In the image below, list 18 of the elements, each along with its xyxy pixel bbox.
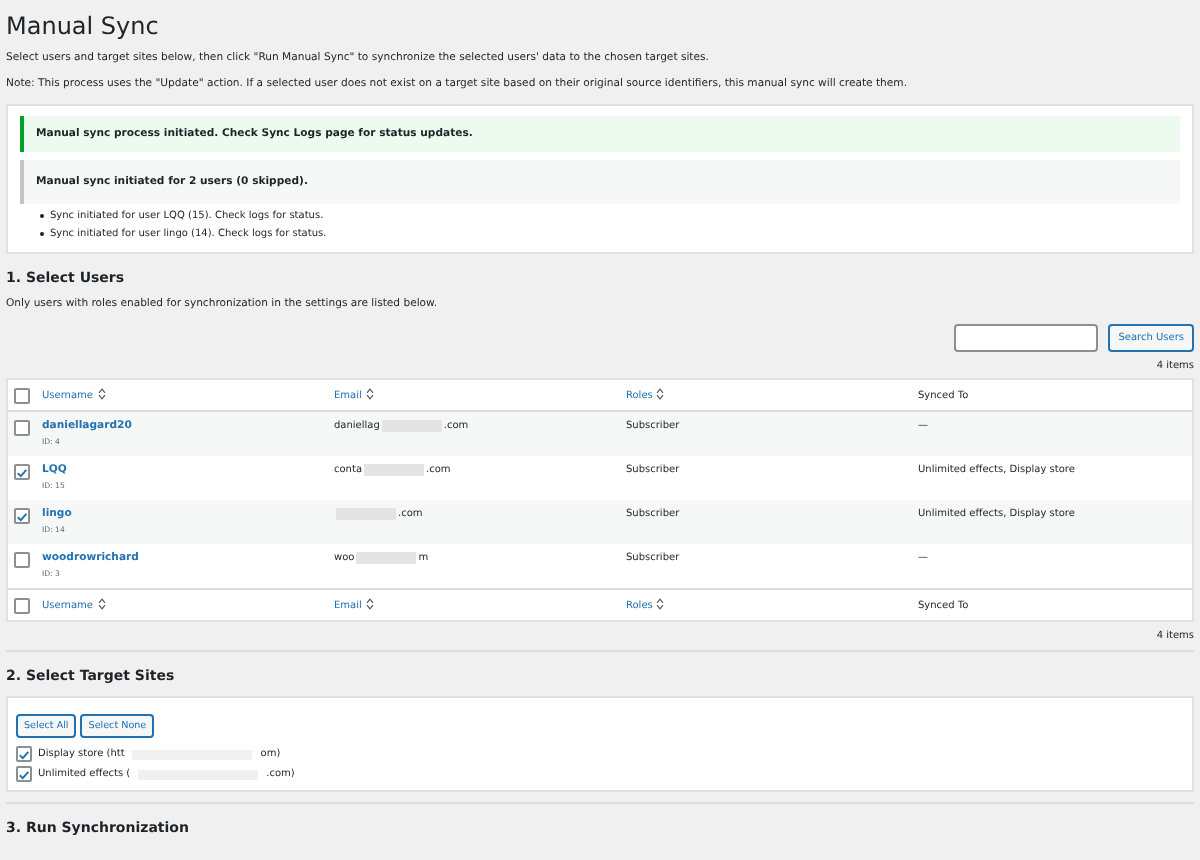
checkbox[interactable] [16, 766, 32, 782]
page-title: Manual Sync [6, 12, 161, 40]
checkbox[interactable] [14, 420, 30, 436]
sort-icon [365, 387, 374, 403]
redaction-block [356, 552, 417, 564]
sort-icon [365, 597, 374, 613]
checkbox[interactable] [14, 508, 30, 524]
search-field[interactable] [954, 324, 1099, 352]
checkbox[interactable] [14, 464, 30, 480]
checkbox[interactable] [16, 746, 32, 762]
redaction-block [364, 464, 425, 476]
sort-icon [97, 597, 105, 613]
checkbox[interactable] [14, 387, 30, 403]
sort-icon [97, 387, 105, 403]
sort-icon [656, 597, 665, 613]
checkbox[interactable] [14, 597, 30, 613]
sort-icon [656, 387, 665, 403]
checkbox[interactable] [14, 552, 30, 568]
